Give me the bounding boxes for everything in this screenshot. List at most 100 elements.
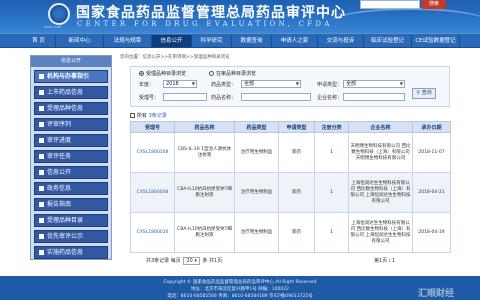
col-drug-type[interactable]: 药品类型 [234, 121, 279, 133]
bullet-icon [39, 234, 44, 239]
select-all-row: 所有 3条记录 [130, 112, 167, 119]
nav-item-feedback[interactable]: 交流与投诉 [318, 35, 364, 47]
cell-date: 2018-11-07 [412, 132, 451, 173]
cell-reg-class: 1 [314, 132, 349, 173]
table-header-row: 受理号 药品名称 药品类型 申请类型 注册分类 企业名称 承办日期 [130, 121, 451, 133]
table-row[interactable]: CXSL1800048 CBA-IL10抗白抗原受体T细胞注射液 治疗用生物制品… [130, 172, 451, 213]
accept-no-input[interactable] [163, 93, 207, 101]
sidebar-item-accepted[interactable]: 受理品种信息 [34, 102, 108, 115]
bullet-icon [39, 154, 44, 159]
header-search-button[interactable]: 搜索 [422, 0, 446, 9]
col-drug-name[interactable]: 药品名称 [174, 121, 235, 133]
site-footer: Copyright © 国家食品药品监督管理总局药品审评中心 All Right… [0, 276, 480, 300]
cell-reg-class: 1 [314, 212, 349, 253]
nav-item-news[interactable]: 新闻中心 [56, 35, 104, 47]
cell-date: 2018-04-19 [412, 212, 451, 253]
sidebar-item-gov-info[interactable]: 政务信息 [34, 182, 108, 195]
query-panel: 受理品种目录浏览 在审品种目录浏览 年度： 2018 ▼ 药品类型： 全部 ▼ 申请… [130, 66, 450, 107]
sidebar-title: 信息公开 [31, 56, 111, 67]
main-content: 您的位置：信息公开>>在审项目>>受理品种目录浏览 受理品种目录浏览 在审品种目… [116, 52, 454, 272]
radio-review-catalog[interactable]: 在审品种目录浏览 [209, 70, 256, 77]
main-nav: 首 页 新闻中心 法规与规章 信息公开 科学研究 数据查询 申请人之家 交流与投… [0, 33, 480, 48]
pager-left: 共3条记录 每页 20 ▾ 条 共1页 [146, 257, 223, 265]
sidebar-item-implemented[interactable]: 实施药品信息 [34, 246, 108, 259]
drug-name-input[interactable] [241, 93, 311, 101]
bullet-icon [39, 170, 44, 175]
nav-item-regulations[interactable]: 法规与规章 [104, 35, 152, 47]
col-company[interactable]: 企业名称 [348, 121, 413, 133]
sidebar-item-report-guide[interactable]: 报告指南 [34, 198, 108, 211]
radio-unchecked-icon [209, 71, 214, 76]
accept-no-label: 受理号： [139, 95, 160, 101]
year-select[interactable]: 2018 ▼ [163, 80, 197, 88]
drug-type-select[interactable]: 全部 ▼ [241, 80, 301, 88]
footer-contact: 电话：8610-68585566 传真：8610-68584189 京ICP备0… [167, 294, 313, 299]
record-count: 3条记录 [148, 113, 167, 119]
site-title-en: CENTER FOR DRUG EVALUATION, CFDA [77, 20, 333, 28]
sidebar-item-listed-drugs[interactable]: 上市药品信息 [34, 86, 108, 99]
nav-item-applicant-home[interactable]: 申请人之家 [272, 35, 318, 47]
sidebar-item-guide[interactable]: 机构与办事指引 [34, 70, 108, 83]
cell-accept-no[interactable]: CXSL1800108 [130, 132, 175, 173]
breadcrumb: 您的位置：信息公开>>在审项目>>受理品种目录浏览 [120, 55, 230, 60]
bullet-icon [39, 186, 44, 191]
cell-company: 天明博生物科技有限公司 西比数生物科技（上海）有限公司 天明博生物科技有限公司 [348, 132, 413, 173]
cell-apply-type: 新药 [278, 212, 315, 253]
logo-caption: CFDA CDE [44, 25, 61, 29]
bullet-icon [39, 90, 44, 95]
chevron-down-icon: ▼ [191, 81, 195, 86]
sidebar-item-catalog[interactable]: 受理品种目录 [34, 214, 108, 227]
header-decoration [330, 8, 480, 33]
header-search-input[interactable] [360, 0, 420, 9]
site-header: CFDA CDE 国家食品药品监督管理总局药品审评中心 CENTER FOR D… [0, 0, 480, 33]
sidebar-item-priority[interactable]: 优先审评公示 [34, 230, 108, 243]
sidebar-item-sequence[interactable]: 评审序列 [34, 118, 108, 131]
cell-drug-name: CBA-IL10抗白抗原受体T细胞注射液 [174, 172, 235, 213]
sidebar-item-tasks[interactable]: 审评任务 [34, 150, 108, 163]
cell-drug-type: 治疗用生物制品 [234, 212, 279, 253]
cell-drug-name: CBS-IL-1R 1型治人源抗体注射液 [174, 132, 235, 173]
pager-right: 第1页 / 1 [374, 257, 395, 264]
cell-date: 2018-04-21 [412, 172, 451, 213]
nav-item-data-query[interactable]: 数据查询 [232, 35, 272, 47]
cell-apply-type: 新药 [278, 172, 315, 213]
year-label: 年度： [139, 82, 155, 88]
table-row[interactable]: CXSL1800026 CBA-IL10抗白抗原受体T细胞注射液 治疗用生物制品… [130, 212, 451, 253]
cell-reg-class: 1 [314, 172, 349, 213]
bullet-icon [39, 202, 44, 207]
col-apply-type[interactable]: 申请类型 [278, 121, 315, 133]
nav-item-home[interactable]: 首 页 [22, 35, 56, 47]
cell-company: 上海恒润达生生物科技有限公司 西比数生物科技（上海）有限公司 上海恒润达生生物科… [348, 212, 413, 253]
apply-type-label: 申请类型： [317, 82, 343, 88]
nav-item-clinical-trial[interactable]: 临床试验登记 [364, 35, 412, 47]
footer-copyright: Copyright © 国家食品药品监督管理总局药品审评中心 All Right… [163, 280, 317, 285]
col-accept-no[interactable]: 受理号 [130, 121, 175, 133]
cell-company: 上海恒润达生生物科技有限公司 西比数生物科技（上海）有限公司 上海恒润达生生物科… [348, 172, 413, 213]
radio-accepted-catalog[interactable]: 受理品种目录浏览 [139, 70, 186, 77]
query-button[interactable]: ⚲ 查询 [412, 88, 436, 99]
table-row[interactable]: CXSL1800108 CBS-IL-1R 1型治人源抗体注射液 治疗用生物制品… [130, 132, 451, 173]
sidebar: 信息公开 机构与办事指引 上市药品信息 受理品种信息 评审序列 审评进度 审评任… [30, 55, 112, 260]
bullet-icon [39, 250, 44, 255]
apply-type-select[interactable]: 全部 ▼ [343, 80, 405, 88]
nav-item-info-public[interactable]: 信息公开 [152, 35, 192, 47]
sidebar-item-info[interactable]: 信息公开 [34, 166, 108, 179]
company-input[interactable] [343, 93, 405, 101]
footer-address: 地址：北京市海淀区复兴路甲1号 邮编：100022 [191, 287, 289, 292]
results-table: 受理号 药品名称 药品类型 申请类型 注册分类 企业名称 承办日期 CXSL18… [130, 121, 451, 253]
col-reg-class[interactable]: 注册分类 [314, 121, 349, 133]
per-page-select[interactable]: 20 ▾ [183, 257, 200, 265]
cfda-logo[interactable] [48, 3, 70, 25]
search-icon: ⚲ [416, 90, 421, 96]
cell-drug-name: CBA-IL10抗白抗原受体T细胞注射液 [174, 212, 235, 253]
nav-item-ce-trial[interactable]: CE试验数据登记 [412, 35, 460, 47]
select-all-checkbox[interactable] [130, 113, 135, 118]
cell-accept-no[interactable]: CXSL1800026 [130, 212, 175, 253]
sidebar-item-progress[interactable]: 审评进度 [34, 134, 108, 147]
cell-accept-no[interactable]: CXSL1800048 [130, 172, 175, 213]
radio-checked-icon [139, 71, 144, 76]
nav-item-research[interactable]: 科学研究 [192, 35, 232, 47]
col-date[interactable]: 承办日期 [412, 121, 451, 133]
bullet-icon [39, 74, 44, 79]
chevron-down-icon: ▼ [295, 81, 299, 86]
